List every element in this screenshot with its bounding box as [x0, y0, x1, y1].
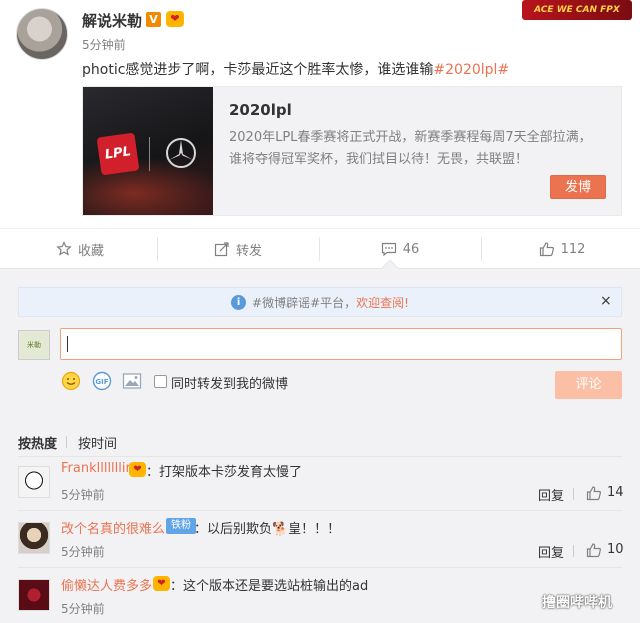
info-icon: i — [231, 294, 247, 310]
submit-comment-button[interactable]: 评论 — [555, 371, 622, 399]
smiley-icon[interactable] — [61, 371, 81, 391]
comment-time: 5分钟前 — [61, 545, 105, 559]
post-body: photic感觉进步了啊，卡莎最近这个胜率太惨，谁选谁输 — [82, 62, 434, 78]
close-icon[interactable]: × — [600, 293, 612, 309]
post-text: photic感觉进步了啊，卡莎最近这个胜率太惨，谁选谁输#2020lpl# — [82, 59, 509, 79]
thumb-divider — [149, 137, 150, 171]
rumor-notice: i #微博辟谣#平台， 欢迎查阅! — [18, 287, 622, 317]
reply-button[interactable]: 回复 — [538, 542, 564, 561]
comment-like-count: 14 — [607, 485, 624, 500]
card-thumbnail: LPL — [83, 87, 213, 215]
fan-heart-icon: ❤ — [153, 576, 170, 591]
image-icon[interactable] — [122, 371, 142, 391]
svg-text:GIF: GIF — [95, 378, 108, 386]
repost-button[interactable]: 转发 — [158, 229, 318, 269]
notice-text: #微博辟谣#平台， — [252, 295, 357, 310]
comment-icon — [381, 242, 396, 257]
corner-logo: ACE WE CAN FPX — [522, 0, 632, 20]
repost-label: 转发 — [235, 243, 262, 259]
comment-avatar[interactable] — [18, 522, 50, 554]
comment-author[interactable]: 偷懒达人费多多 — [61, 575, 152, 594]
row-divider — [18, 510, 622, 511]
comment-avatar[interactable] — [18, 579, 50, 611]
comment-input[interactable] — [60, 328, 622, 360]
comment-avatar[interactable] — [18, 466, 50, 498]
sort-by-time[interactable]: 按时间 — [78, 433, 117, 452]
comment-action-divider — [573, 488, 574, 500]
repost-icon — [214, 242, 229, 257]
my-avatar[interactable]: 米勒 — [18, 330, 50, 360]
comment-text: ：以后别欺负🐕皇！！！ — [194, 522, 341, 537]
comment-button[interactable]: 46 — [320, 229, 480, 269]
hashtag-link[interactable]: #2020lpl# — [433, 62, 509, 78]
comment-text: ：这个版本还是要选站桩输出的ad — [170, 579, 369, 594]
row-divider — [18, 567, 622, 568]
like-button[interactable]: 112 — [482, 229, 640, 269]
fan-level-badge: 铁粉 — [166, 518, 196, 534]
comment-text: ：打架版本卡莎发育太慢了 — [146, 465, 303, 480]
comment-action-divider — [573, 545, 574, 557]
comment-time: 5分钟前 — [61, 602, 105, 616]
comment-author[interactable]: 改个名真的很难么 — [61, 518, 165, 537]
thumbs-up-icon[interactable] — [586, 542, 602, 558]
watermark: 撸圈哔哔机 — [542, 595, 612, 611]
row-divider — [18, 456, 622, 457]
comment-count: 46 — [402, 241, 420, 257]
action-bar: 收藏 转发 46 112 — [0, 228, 640, 268]
post-time[interactable]: 5分钟前 — [82, 36, 126, 53]
favorite-button[interactable]: 收藏 — [0, 229, 160, 269]
sort-divider — [66, 436, 67, 448]
star-icon — [56, 241, 72, 256]
reply-button[interactable]: 回复 — [538, 485, 564, 504]
gif-icon[interactable]: GIF — [92, 371, 112, 391]
notice-link[interactable]: 欢迎查阅! — [356, 294, 409, 311]
topic-card[interactable]: LPL 2020lpl 2020年LPL春季赛将正式开战，新赛季赛程每周7天全部… — [82, 86, 622, 216]
repost-checkbox-label[interactable]: 同时转发到我的微博 — [171, 373, 288, 392]
lpl-logo: LPL — [96, 132, 140, 176]
card-title[interactable]: 2020lpl — [229, 101, 292, 119]
mercedes-logo-icon — [166, 138, 196, 168]
thumbs-up-icon — [539, 242, 554, 257]
comment-author[interactable]: Franklllllllin — [61, 461, 134, 476]
card-description: 2020年LPL春季赛将正式开战，新赛季赛程每周7天全部拉满，谁将夺得冠军奖杯，… — [229, 130, 592, 167]
repost-checkbox[interactable] — [154, 375, 167, 388]
comment-time: 5分钟前 — [61, 488, 105, 502]
author-name[interactable]: 解说米勒 — [82, 10, 142, 31]
fan-heart-icon: ❤ — [166, 11, 184, 27]
sort-by-hot[interactable]: 按热度 — [18, 433, 57, 452]
text-cursor — [67, 336, 68, 352]
like-count: 112 — [560, 241, 586, 257]
post-button[interactable]: 发博 — [550, 175, 606, 199]
author-avatar[interactable] — [16, 8, 68, 60]
comment-like-count: 10 — [607, 542, 624, 557]
fan-heart-icon: ❤ — [129, 462, 146, 477]
thumbs-up-icon[interactable] — [586, 485, 602, 501]
verified-badge: V — [146, 12, 161, 27]
favorite-label: 收藏 — [77, 243, 104, 259]
